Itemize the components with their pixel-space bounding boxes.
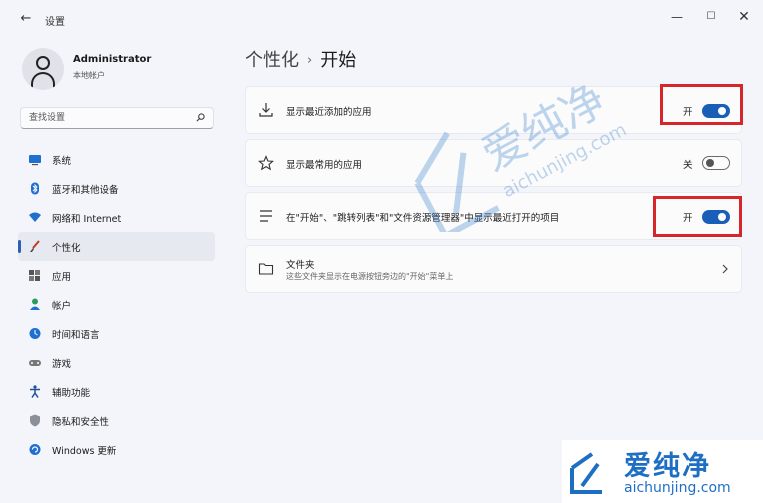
search-input[interactable] [29,110,189,126]
sidebar-item-label: 游戏 [52,359,72,370]
sidebar-item-label: 蓝牙和其他设备 [52,185,119,196]
breadcrumb: 个性化 › 开始 [245,46,356,72]
watermark-corner: 爱纯净 aichunjing.com [562,440,763,503]
search-icon[interactable] [196,113,205,122]
brush-icon [30,240,40,252]
sidebar-item-label: 系统 [52,156,72,167]
sidebar-item-time-language[interactable]: 时间和语言 [18,319,215,348]
watermark-text: 爱纯净 [624,451,711,482]
sidebar-item-label: 个性化 [52,243,81,254]
setting-title: 文件夹 [286,260,315,271]
sidebar-item-network[interactable]: 网络和 Internet [18,203,215,232]
setting-title: 在"开始"、"跳转列表"和"文件资源管理器"中显示最近打开的项目 [286,213,560,224]
shield-icon [30,414,40,427]
sidebar-item-label: 网络和 Internet [52,214,122,225]
toggle-state-label: 关 [683,160,693,171]
title-bar: ← 设置 — ☐ ✕ [0,0,763,38]
sidebar-item-bluetooth[interactable]: 蓝牙和其他设备 [18,174,215,203]
sidebar-item-label: 隐私和安全性 [52,417,110,428]
sidebar-item-label: 辅助功能 [52,388,91,399]
monitor-icon [29,155,41,166]
folder-icon [258,263,274,275]
setting-subtitle: 这些文件夹显示在电源按钮旁边的"开始"菜单上 [286,272,454,281]
list-icon [260,210,272,222]
wifi-icon [29,212,41,222]
clock-globe-icon [29,328,41,339]
sidebar-nav: 系统 蓝牙和其他设备 网络和 Internet 个性化 应用 帐户 时间和语言 … [18,145,215,464]
gamepad-icon [29,360,41,366]
user-name: Administrator [73,54,152,65]
sidebar-item-personalization[interactable]: 个性化 [18,232,215,261]
minimize-button[interactable]: — [662,7,692,27]
highlight-box [653,196,742,237]
sidebar-item-accessibility[interactable]: 辅助功能 [18,377,215,406]
search-box[interactable] [20,107,214,129]
sidebar-item-privacy[interactable]: 隐私和安全性 [18,406,215,435]
close-button[interactable]: ✕ [729,7,759,27]
active-indicator [18,240,21,253]
sidebar-item-label: 时间和语言 [52,330,100,341]
person-icon [30,298,40,310]
breadcrumb-separator: › [307,53,313,68]
settings-window: ← 设置 — ☐ ✕ Administrator 本地帐户 系统 [0,0,763,503]
setting-title: 显示最常用的应用 [286,160,363,171]
sidebar-item-label: 应用 [52,272,72,283]
sidebar-item-label: 帐户 [52,301,72,312]
watermark-logo-icon [570,452,602,494]
sidebar-item-windows-update[interactable]: Windows 更新 [18,435,215,464]
update-icon [29,444,41,455]
accessibility-icon [30,385,40,398]
page-title: 开始 [320,50,357,71]
bluetooth-icon [31,182,39,195]
setting-title: 显示最近添加的应用 [286,107,372,118]
sidebar-item-apps[interactable]: 应用 [18,261,215,290]
account-type: 本地帐户 [73,71,105,80]
back-button[interactable]: ← [17,11,35,27]
sidebar-item-label: Windows 更新 [52,446,117,457]
window-title: 设置 [45,17,65,28]
highlight-box [660,84,743,125]
breadcrumb-parent[interactable]: 个性化 [245,50,299,71]
download-icon [259,103,273,117]
sidebar-item-gaming[interactable]: 游戏 [18,348,215,377]
apps-icon [29,270,40,281]
avatar [22,48,64,90]
setting-card-folders[interactable]: 文件夹 这些文件夹显示在电源按钮旁边的"开始"菜单上 [245,245,742,293]
sidebar-item-accounts[interactable]: 帐户 [18,290,215,319]
star-icon [258,155,274,171]
setting-card-most-used: 显示最常用的应用 关 [245,139,742,187]
most-used-toggle[interactable] [702,156,730,170]
watermark-url: aichunjing.com [624,480,731,496]
user-profile[interactable]: Administrator 本地帐户 [18,44,218,94]
sidebar-item-system[interactable]: 系统 [18,145,215,174]
maximize-button[interactable]: ☐ [696,7,726,27]
chevron-right-icon [722,264,728,274]
